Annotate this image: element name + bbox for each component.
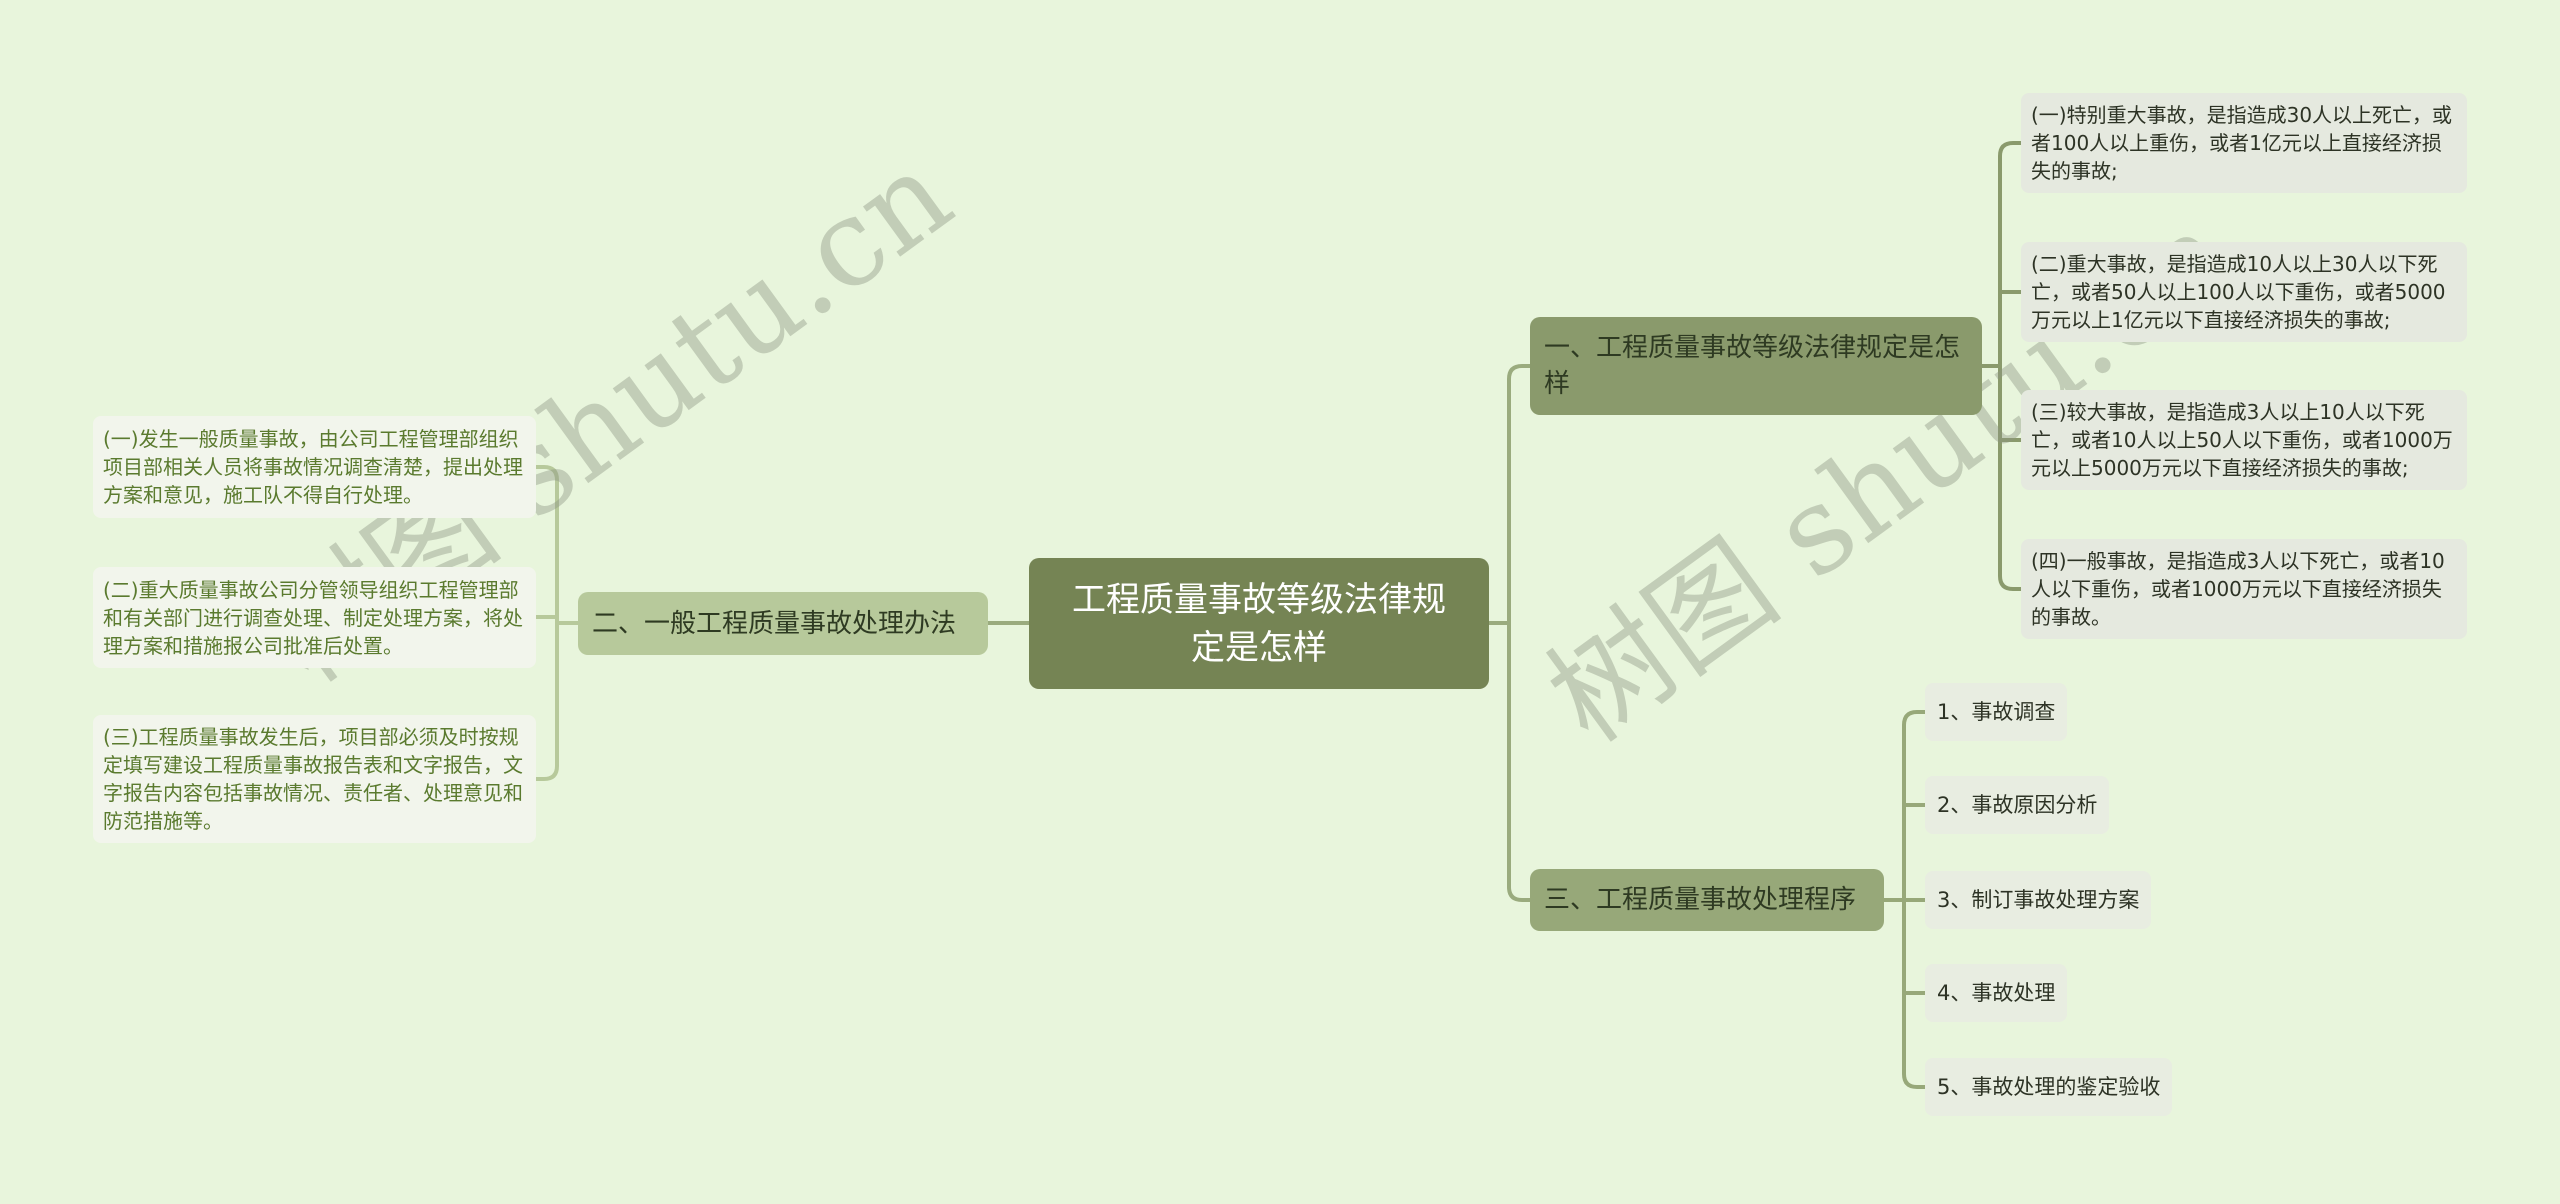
step-text: 1、事故调查: [1937, 700, 2056, 724]
step-text: 3、制订事故处理方案: [1937, 888, 2140, 912]
branch-label: 二、一般工程质量事故处理办法: [592, 608, 957, 639]
leaf-text: (一)特别重大事故，是指造成30人以上死亡，或者100人以上重伤，或者1亿元以上…: [2031, 103, 2453, 183]
leaf-node[interactable]: (三)较大事故，是指造成3人以上10人以下死亡，或者10人以上50人以下重伤，或…: [2021, 390, 2467, 490]
leaf-text: (二)重大事故，是指造成10人以上30人以下死亡，或者50人以上100人以下重伤…: [2031, 252, 2446, 332]
branch-node-general-handling[interactable]: 二、一般工程质量事故处理办法: [578, 592, 988, 655]
leaf-node[interactable]: (二)重大质量事故公司分管领导组织工程管理部和有关部门进行调查处理、制定处理方案…: [93, 567, 536, 668]
branch-node-legal-levels[interactable]: 一、工程质量事故等级法律规定是怎样: [1530, 317, 1982, 415]
step-node[interactable]: 3、制订事故处理方案: [1925, 871, 2152, 929]
branch-label: 一、工程质量事故等级法律规定是怎样: [1544, 333, 1961, 399]
leaf-text: (三)工程质量事故发生后，项目部必须及时按规定填写建设工程质量事故报告表和文字报…: [103, 725, 523, 833]
step-text: 5、事故处理的鉴定验收: [1937, 1075, 2161, 1099]
branch-label: 三、工程质量事故处理程序: [1544, 885, 1857, 915]
leaf-text: (二)重大质量事故公司分管领导组织工程管理部和有关部门进行调查处理、制定处理方案…: [103, 577, 523, 658]
root-node[interactable]: 工程质量事故等级法律规定是怎样: [1029, 558, 1489, 689]
branch-node-procedure[interactable]: 三、工程质量事故处理程序: [1530, 869, 1884, 931]
leaf-node[interactable]: (一)发生一般质量事故，由公司工程管理部组织项目部相关人员将事故情况调查清楚，提…: [93, 416, 536, 518]
root-label: 工程质量事故等级法律规定是怎样: [1072, 579, 1446, 668]
leaf-node[interactable]: (一)特别重大事故，是指造成30人以上死亡，或者100人以上重伤，或者1亿元以上…: [2021, 93, 2467, 193]
connector-b1-trunk: [1998, 141, 2021, 591]
mindmap-canvas: 树图 shutu.cn 树图 shutu.cn 工程质量事故等级法律规定是怎样 …: [0, 0, 2560, 1204]
leaf-text: (三)较大事故，是指造成3人以上10人以下死亡，或者10人以上50人以下重伤，或…: [2031, 400, 2453, 480]
leaf-node[interactable]: (三)工程质量事故发生后，项目部必须及时按规定填写建设工程质量事故报告表和文字报…: [93, 715, 536, 843]
step-node[interactable]: 5、事故处理的鉴定验收: [1925, 1058, 2173, 1116]
step-node[interactable]: 2、事故原因分析: [1925, 776, 2110, 834]
step-node[interactable]: 1、事故调查: [1925, 683, 2068, 741]
connector-b2-trunk: [536, 465, 559, 781]
step-text: 4、事故处理: [1937, 981, 2056, 1005]
leaf-node[interactable]: (四)一般事故，是指造成3人以下死亡，或者10人以下重伤，或者1000万元以下直…: [2021, 539, 2467, 639]
connector-b3-trunk: [1902, 710, 1925, 1089]
leaf-node[interactable]: (二)重大事故，是指造成10人以上30人以下死亡，或者50人以上100人以下重伤…: [2021, 242, 2467, 342]
leaf-text: (一)发生一般质量事故，由公司工程管理部组织项目部相关人员将事故情况调查清楚，提…: [103, 427, 523, 507]
step-text: 2、事故原因分析: [1937, 793, 2098, 817]
leaf-text: (四)一般事故，是指造成3人以下死亡，或者10人以下重伤，或者1000万元以下直…: [2031, 549, 2445, 629]
connector-trunk-right: [1507, 364, 1530, 902]
step-node[interactable]: 4、事故处理: [1925, 964, 2068, 1022]
